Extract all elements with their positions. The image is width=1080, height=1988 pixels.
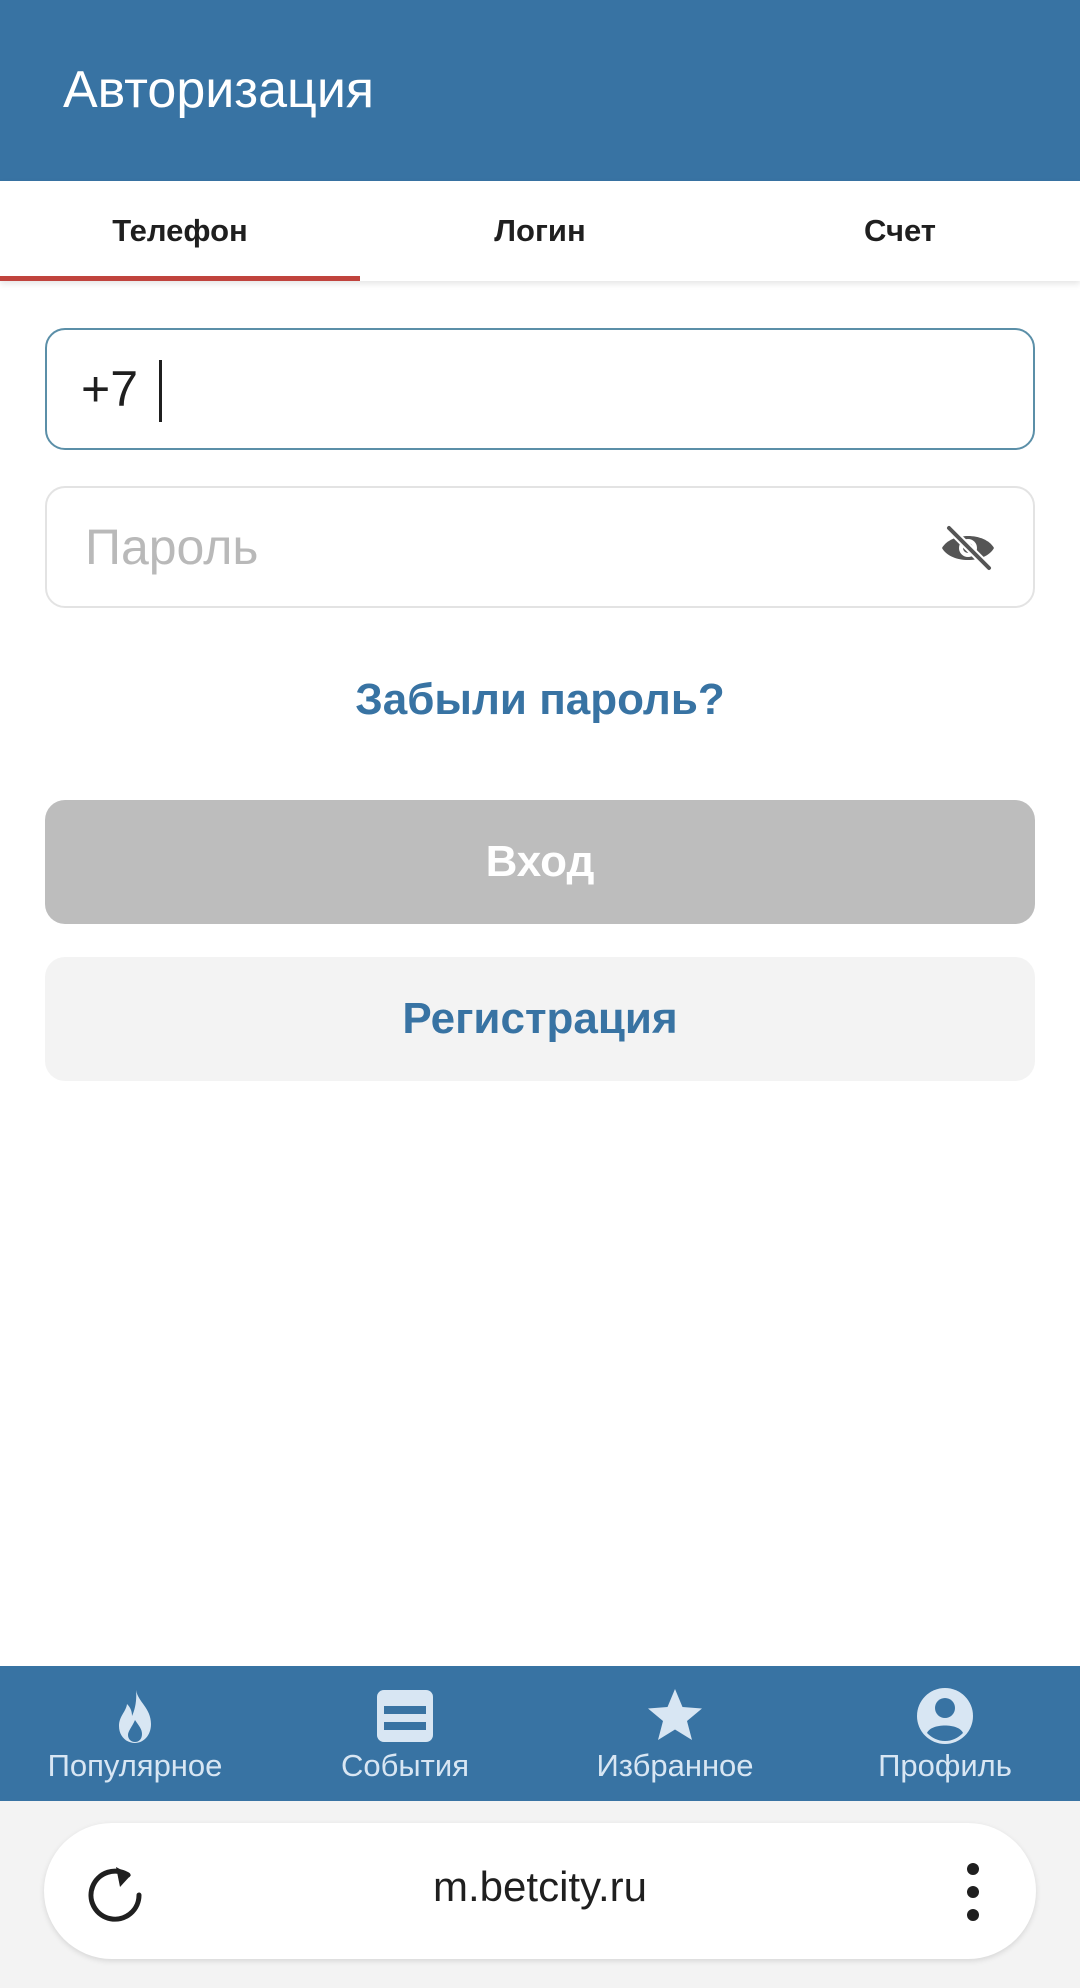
auth-tabs: Телефон Логин Счет [0, 181, 1080, 281]
page-title: Авторизация [63, 61, 375, 119]
app-header: Авторизация [0, 0, 1080, 181]
bottom-nav: Популярное События Избранное Профиль [0, 1666, 1080, 1801]
password-field [45, 486, 1035, 608]
nav-item-popular[interactable]: Популярное [0, 1666, 270, 1801]
password-input[interactable] [47, 488, 1033, 606]
nav-label-popular: Популярное [47, 1748, 223, 1783]
forgot-password-link[interactable]: Забыли пароль? [0, 675, 1080, 725]
more-vert-icon[interactable] [966, 1861, 980, 1923]
phone-field [45, 328, 1035, 450]
login-button[interactable]: Вход [45, 800, 1035, 924]
profile-icon [917, 1688, 973, 1744]
star-icon [648, 1689, 702, 1740]
flame-icon [119, 1690, 151, 1743]
nav-item-events[interactable]: События [270, 1666, 540, 1801]
app-root: Авторизация Телефон Логин Счет Забыли па… [0, 0, 1080, 1988]
text-caret [159, 360, 162, 422]
eye-off-icon[interactable] [939, 524, 997, 572]
tab-account[interactable]: Счет [720, 181, 1080, 281]
nav-item-profile[interactable]: Профиль [810, 1666, 1080, 1801]
tab-login[interactable]: Логин [360, 181, 720, 281]
url-bar[interactable]: m.betcity.ru [44, 1823, 1036, 1959]
nav-label-profile: Профиль [878, 1748, 1012, 1783]
url-text: m.betcity.ru [433, 1863, 647, 1910]
events-card-icon [377, 1690, 433, 1742]
phone-input[interactable] [47, 330, 1033, 448]
nav-item-favorites[interactable]: Избранное [540, 1666, 810, 1801]
register-button[interactable]: Регистрация [45, 957, 1035, 1081]
nav-label-favorites: Избранное [596, 1748, 754, 1783]
nav-label-events: События [341, 1748, 469, 1783]
tab-phone[interactable]: Телефон [0, 181, 360, 281]
